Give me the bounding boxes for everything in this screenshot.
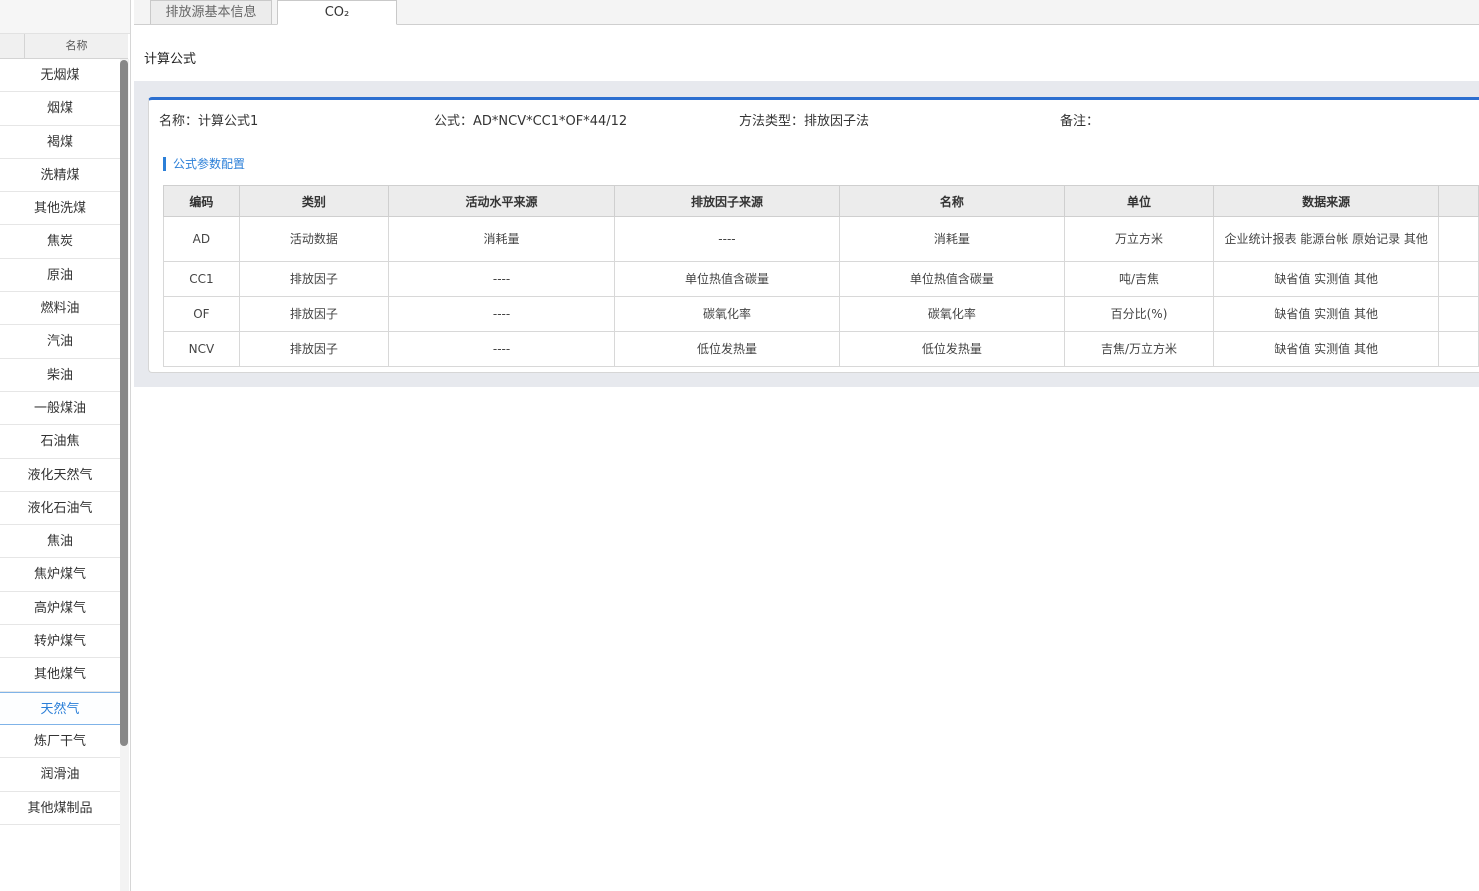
formula-card: 名称：计算公式1 公式：AD*NCV*CC1*OF*44/12 方法类型：排放因… [148, 97, 1479, 373]
table-header-cell: 编码 [163, 185, 240, 217]
table-cell: ---- [388, 296, 615, 332]
formula-remark: 备注： [1060, 114, 1100, 129]
formula-method-type: 方法类型：排放因子法 [739, 114, 870, 129]
sidebar-item[interactable]: 焦油 [0, 525, 120, 559]
sidebar-item[interactable]: 润滑油 [0, 758, 120, 792]
table-cell: 吉焦/万立方米 [1063, 331, 1215, 367]
sidebar-scrollbar[interactable] [120, 60, 128, 746]
table-cell: AD [163, 216, 240, 262]
sidebar-column-title: 名称 [65, 39, 88, 52]
formula-name: 名称：计算公式1 [159, 114, 259, 129]
table-cell: 排放因子 [238, 261, 390, 297]
sidebar-item[interactable]: 原油 [0, 259, 120, 293]
sidebar-header: 名称 [0, 34, 128, 59]
table-cell: ---- [388, 261, 615, 297]
sidebar: 名称 无烟煤 烟煤 褐煤 洗精煤 其他洗煤 焦炭 原油 燃料油 汽油 柴油 一般煤油 石油焦 液化天然气… [0, 0, 131, 891]
table-header-cell: 名称 [838, 185, 1065, 217]
sidebar-item[interactable]: 转炉煤气 [0, 625, 120, 659]
sidebar-item[interactable]: 汽油 [0, 325, 120, 359]
sidebar-item[interactable]: 柴油 [0, 359, 120, 392]
sidebar-header-blank [0, 34, 25, 58]
table-cell: 低位发热量 [614, 331, 840, 367]
sidebar-item[interactable]: 其他煤气 [0, 658, 120, 692]
sidebar-top-bar [0, 0, 130, 34]
sidebar-item[interactable]: 一般煤油 [0, 392, 120, 426]
sidebar-item[interactable]: 烟煤 [0, 92, 120, 126]
table-cell [1438, 261, 1479, 297]
table-row[interactable]: OF 排放因子 ---- 碳氧化率 碳氧化率 百分比(%) 缺省值 实测值 其他 [163, 296, 1479, 332]
table-header-row: 编码 类别 活动水平来源 排放因子来源 名称 单位 数据来源 [163, 185, 1479, 217]
sidebar-item[interactable]: 天然气 [0, 691, 120, 725]
table-cell: 碳氧化率 [838, 296, 1065, 332]
tab-co2[interactable]: CO₂ [277, 0, 397, 25]
table-body: AD 活动数据 消耗量 ---- 消耗量 万立方米 企业统计报表 能源台帐 原始记录 其他 C… [163, 216, 1479, 367]
table-cell: OF [163, 296, 240, 332]
table-cell: 消耗量 [388, 216, 615, 262]
param-section-title: 公式参数配置 [163, 157, 245, 171]
table-cell: 排放因子 [238, 331, 390, 367]
table-cell: CC1 [163, 261, 240, 297]
table-cell: 单位热值含碳量 [838, 261, 1065, 297]
table-row[interactable]: NCV 排放因子 ---- 低位发热量 低位发热量 吉焦/万立方米 缺省值 实测值 其他 [163, 331, 1479, 367]
table-cell: ---- [388, 331, 615, 367]
table-header-cell: 类别 [238, 185, 390, 217]
sidebar-item[interactable]: 燃料油 [0, 292, 120, 326]
table-cell: 缺省值 实测值 其他 [1213, 296, 1440, 332]
sidebar-item[interactable]: 其他煤制品 [0, 792, 120, 825]
table-cell: 缺省值 实测值 其他 [1213, 261, 1440, 297]
table-cell [1438, 296, 1479, 332]
table-cell: 碳氧化率 [614, 296, 840, 332]
sidebar-item[interactable]: 其他洗煤 [0, 192, 120, 226]
table-header-cell [1438, 185, 1479, 217]
table-cell: 企业统计报表 能源台帐 原始记录 其他 [1213, 216, 1440, 262]
formula-info-row: 名称：计算公式1 公式：AD*NCV*CC1*OF*44/12 方法类型：排放因… [159, 110, 1479, 130]
table-cell: 缺省值 实测值 其他 [1213, 331, 1440, 367]
sidebar-item[interactable]: 石油焦 [0, 425, 120, 459]
sidebar-item[interactable]: 焦炭 [0, 225, 120, 259]
sidebar-item[interactable]: 液化天然气 [0, 459, 120, 492]
sidebar-item[interactable]: 焦炉煤气 [0, 558, 120, 592]
table-cell: 活动数据 [238, 216, 390, 262]
sidebar-item[interactable]: 无烟煤 [0, 59, 120, 93]
sidebar-item[interactable]: 洗精煤 [0, 159, 120, 193]
table-cell [1438, 331, 1479, 367]
sidebar-item[interactable]: 炼厂干气 [0, 725, 120, 759]
table-cell: 排放因子 [238, 296, 390, 332]
table-cell: NCV [163, 331, 240, 367]
param-table: 编码 类别 活动水平来源 排放因子来源 名称 单位 数据来源 AD 活动数据 消耗量 ---- 消耗… [163, 185, 1479, 367]
sidebar-item[interactable]: 高炉煤气 [0, 592, 120, 626]
table-cell: 吨/吉焦 [1063, 261, 1215, 297]
tab-emission-source-info[interactable]: 排放源基本信息 [150, 0, 272, 24]
table-row[interactable]: AD 活动数据 消耗量 ---- 消耗量 万立方米 企业统计报表 能源台帐 原始记录 其他 [163, 216, 1479, 262]
table-cell: 消耗量 [838, 216, 1065, 262]
table-cell: 单位热值含碳量 [614, 261, 840, 297]
tab-bar: 排放源基本信息 CO₂ [134, 0, 1479, 25]
table-header-cell: 排放因子来源 [614, 185, 840, 217]
table-cell: 百分比(%) [1063, 296, 1215, 332]
table-header-cell: 单位 [1063, 185, 1215, 217]
table-cell [1438, 216, 1479, 262]
main-panel: 排放源基本信息 CO₂ 计算公式 名称：计算公式1 公式：AD*NCV*CC1*… [134, 0, 1479, 891]
table-header-cell: 活动水平来源 [388, 185, 615, 217]
formula-expression: 公式：AD*NCV*CC1*OF*44/12 [434, 114, 628, 129]
sidebar-item[interactable]: 褐煤 [0, 126, 120, 159]
table-row[interactable]: CC1 排放因子 ---- 单位热值含碳量 单位热值含碳量 吨/吉焦 缺省值 实测值 其他 [163, 261, 1479, 297]
table-cell: 万立方米 [1063, 216, 1215, 262]
table-cell: ---- [614, 216, 840, 262]
sidebar-item[interactable]: 液化石油气 [0, 492, 120, 526]
table-cell: 低位发热量 [838, 331, 1065, 367]
table-header-cell: 数据来源 [1213, 185, 1440, 217]
sidebar-list: 无烟煤 烟煤 褐煤 洗精煤 其他洗煤 焦炭 原油 燃料油 汽油 柴油 一般煤油 石油焦 液化天然气 液化石… [0, 59, 120, 825]
section-title: 计算公式 [144, 52, 197, 67]
